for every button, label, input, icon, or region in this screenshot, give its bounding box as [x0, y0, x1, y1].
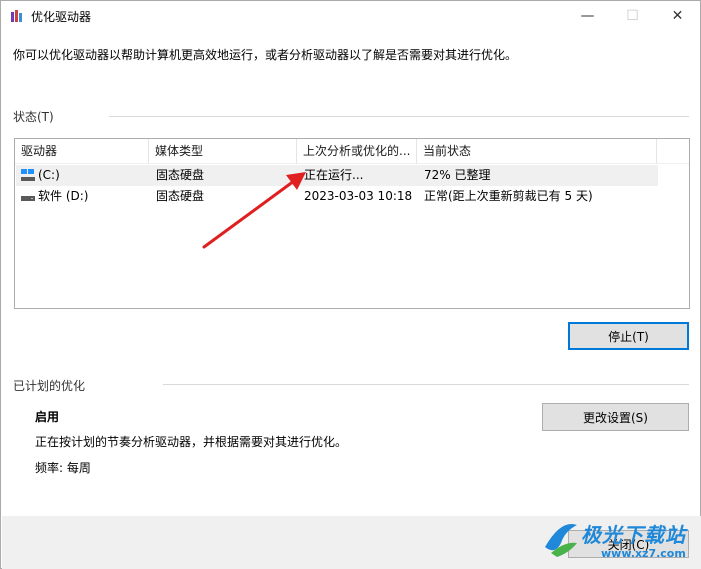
window-title: 优化驱动器 — [31, 10, 92, 24]
column-headers: 驱动器 媒体类型 上次分析或优化的... 当前状态 — [15, 139, 689, 164]
schedule-state: 启用 — [35, 410, 60, 424]
minimize-button[interactable]: — — [565, 1, 610, 31]
watermark-text: 极光下载站 — [581, 523, 686, 547]
table-row[interactable]: (C:) 固态硬盘 正在运行... 72% 已整理 — [16, 165, 658, 186]
last-run: 2023-03-03 10:18 — [304, 189, 413, 203]
status-divider — [109, 116, 689, 117]
maximize-button[interactable]: ☐ — [610, 1, 655, 31]
drive-name: (C:) — [38, 168, 60, 182]
optimize-drives-window: 优化驱动器 — ☐ ✕ 你可以优化驱动器以帮助计算机更高效地运行，或者分析驱动器… — [0, 0, 701, 569]
schedule-divider — [163, 384, 689, 385]
intro-text: 你可以优化驱动器以帮助计算机更高效地运行，或者分析驱动器以了解是否需要对其进行优… — [13, 48, 518, 62]
stop-button[interactable]: 停止(T) — [568, 322, 689, 350]
drive-name: 软件 (D:) — [38, 189, 89, 203]
watermark-logo-icon — [545, 523, 577, 557]
change-settings-button[interactable]: 更改设置(S) — [542, 403, 689, 431]
column-header-drive[interactable]: 驱动器 — [15, 139, 149, 164]
table-row[interactable]: 软件 (D:) 固态硬盘 2023-03-03 10:18 正常(距上次重新剪裁… — [16, 186, 658, 207]
title-bar[interactable]: 优化驱动器 — ☐ ✕ — [1, 1, 700, 31]
drive-list[interactable]: 驱动器 媒体类型 上次分析或优化的... 当前状态 (C:) 固态硬盘 正在运行… — [14, 138, 690, 309]
red-arrow-annotation — [202, 172, 306, 249]
app-icon — [11, 10, 22, 22]
watermark: 极光下载站 www.xz7.com — [541, 513, 701, 568]
system-drive-icon — [21, 169, 35, 181]
schedule-heading: 已计划的优化 — [13, 379, 86, 393]
schedule-description: 正在按计划的节奏分析驱动器，并根据需要对其进行优化。 — [35, 435, 348, 449]
drive-icon — [21, 196, 35, 201]
current-status: 正常(距上次重新剪裁已有 5 天) — [424, 189, 593, 203]
status-heading: 状态(T) — [13, 110, 54, 124]
column-header-current-status[interactable]: 当前状态 — [417, 139, 657, 164]
watermark-url: www.xz7.com — [601, 547, 686, 560]
schedule-frequency: 频率: 每周 — [35, 461, 91, 475]
current-status: 72% 已整理 — [424, 168, 491, 182]
close-window-button[interactable]: ✕ — [655, 1, 700, 31]
